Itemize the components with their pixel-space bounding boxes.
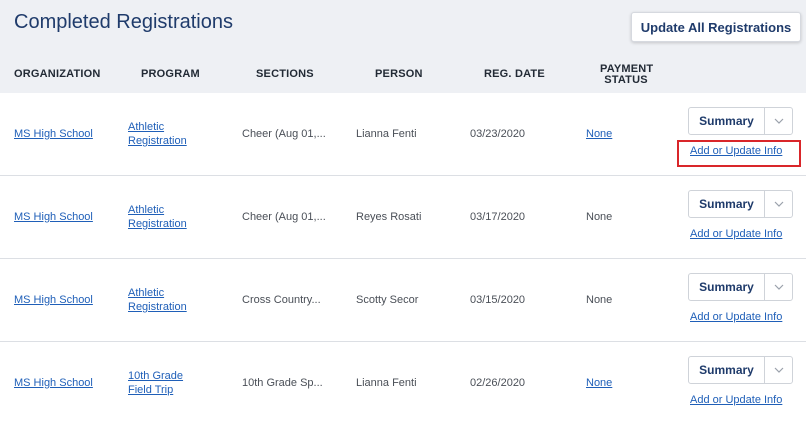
summary-button[interactable]: Summary: [689, 274, 765, 300]
add-or-update-info-link[interactable]: Add or Update Info: [690, 311, 782, 323]
payment-status-value: None: [586, 211, 613, 223]
reg-date-value: 03/23/2020: [470, 128, 526, 140]
column-header-sections: SECTIONS: [256, 68, 314, 80]
program-link[interactable]: Athletic Registration: [128, 203, 187, 231]
update-all-registrations-button[interactable]: Update All Registrations: [631, 12, 801, 42]
person-value: Lianna Fenti: [356, 377, 417, 389]
person-value: Reyes Rosati: [356, 211, 422, 223]
summary-button[interactable]: Summary: [689, 108, 765, 134]
summary-dropdown-toggle[interactable]: [765, 108, 792, 134]
table-header: ORGANIZATION PROGRAM SECTIONS PERSON REG…: [0, 56, 806, 93]
program-link-line2: Registration: [128, 135, 187, 147]
column-header-person: PERSON: [375, 68, 423, 80]
table-row: MS High School Athletic Registration Che…: [0, 176, 806, 259]
sections-value: Cross Country...: [242, 294, 321, 306]
payment-status-link[interactable]: None: [586, 127, 612, 141]
organization-link[interactable]: MS High School: [14, 127, 93, 141]
program-link-line2: Registration: [128, 218, 187, 230]
summary-button[interactable]: Summary: [689, 191, 765, 217]
organization-link[interactable]: MS High School: [14, 293, 93, 307]
chevron-down-icon: [774, 118, 783, 124]
summary-button-group: Summary: [688, 190, 793, 218]
summary-button-group: Summary: [688, 273, 793, 301]
chevron-down-icon: [774, 284, 783, 290]
table-row: MS High School Athletic Registration Cro…: [0, 259, 806, 342]
page-title: Completed Registrations: [14, 11, 233, 33]
person-value: Lianna Fenti: [356, 128, 417, 140]
organization-link[interactable]: MS High School: [14, 376, 93, 390]
person-value: Scotty Secor: [356, 294, 419, 306]
summary-dropdown-toggle[interactable]: [765, 357, 792, 383]
page-header: Completed Registrations Update All Regis…: [0, 0, 806, 56]
add-or-update-info-link[interactable]: Add or Update Info: [690, 228, 782, 240]
sections-value: 10th Grade Sp...: [242, 377, 323, 389]
program-link-line1: Athletic: [128, 121, 165, 133]
summary-dropdown-toggle[interactable]: [765, 191, 792, 217]
reg-date-value: 03/17/2020: [470, 211, 526, 223]
summary-dropdown-toggle[interactable]: [765, 274, 792, 300]
sections-value: Cheer (Aug 01,...: [242, 211, 326, 223]
column-header-payment-status: PAYMENT STATUS: [600, 64, 653, 86]
payment-status-link[interactable]: None: [586, 376, 612, 390]
program-link-line1: 10th Grade: [128, 370, 184, 382]
table-row: MS High School 10th Grade Field Trip 10t…: [0, 342, 806, 423]
program-link-line2: Registration: [128, 301, 187, 313]
column-header-organization: ORGANIZATION: [14, 68, 101, 80]
column-header-reg-date: REG. DATE: [484, 68, 545, 80]
chevron-down-icon: [774, 201, 783, 207]
add-or-update-info-link[interactable]: Add or Update Info: [690, 394, 782, 406]
summary-button[interactable]: Summary: [689, 357, 765, 383]
payment-status-header-line2: STATUS: [604, 74, 648, 86]
program-link-line1: Athletic: [128, 287, 165, 299]
reg-date-value: 03/15/2020: [470, 294, 526, 306]
highlight-box: [677, 140, 801, 167]
summary-button-group: Summary: [688, 107, 793, 135]
payment-status-value: None: [586, 294, 613, 306]
chevron-down-icon: [774, 367, 783, 373]
reg-date-value: 02/26/2020: [470, 377, 526, 389]
program-link[interactable]: 10th Grade Field Trip: [128, 369, 183, 397]
column-header-program: PROGRAM: [141, 68, 200, 80]
summary-button-group: Summary: [688, 356, 793, 384]
program-link-line2: Field Trip: [128, 384, 174, 396]
program-link[interactable]: Athletic Registration: [128, 286, 187, 314]
sections-value: Cheer (Aug 01,...: [242, 128, 326, 140]
program-link-line1: Athletic: [128, 204, 165, 216]
program-link[interactable]: Athletic Registration: [128, 120, 187, 148]
organization-link[interactable]: MS High School: [14, 210, 93, 224]
